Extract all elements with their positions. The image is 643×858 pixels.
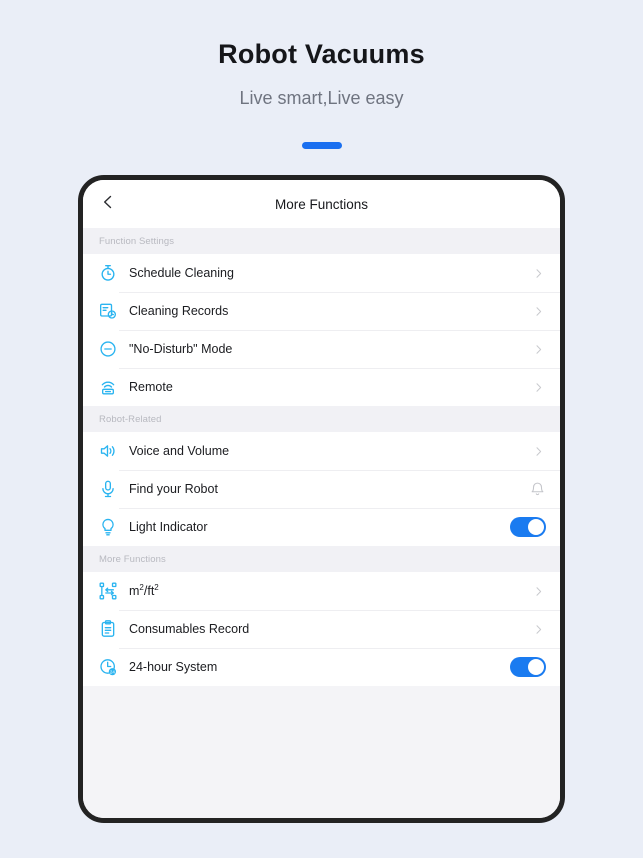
list-item-label: Remote: [129, 380, 173, 394]
section-rows: m2/ft2 Consumables Record 24 24-hour System: [83, 572, 560, 686]
section-header: Function Settings: [83, 228, 560, 254]
remote-control-icon: [97, 376, 119, 398]
microphone-icon: [97, 478, 119, 500]
list-item[interactable]: Voice and Volume: [83, 432, 560, 470]
chevron-right-icon: [532, 343, 544, 355]
bell-icon[interactable]: [528, 480, 546, 498]
area-units-icon: [97, 580, 119, 602]
document-clock-icon: [97, 300, 119, 322]
list-item-label: "No-Disturb" Mode: [129, 342, 233, 356]
svg-text:24: 24: [110, 669, 116, 674]
chevron-right-icon: [532, 267, 544, 279]
section-header: Robot-Related: [83, 406, 560, 432]
empty-space: [83, 686, 560, 818]
app-nav-bar: More Functions: [83, 180, 560, 228]
list-item[interactable]: Remote: [83, 368, 560, 406]
page-title: Robot Vacuums: [218, 39, 425, 69]
do-not-disturb-icon: [97, 338, 119, 360]
list-item[interactable]: Find your Robot: [83, 470, 560, 508]
section-rows: Schedule Cleaning Cleaning Records "No-Dis…: [83, 254, 560, 406]
list-item[interactable]: Light Indicator: [83, 508, 560, 546]
list-item-label: Light Indicator: [129, 520, 208, 534]
list-item[interactable]: Cleaning Records: [83, 292, 560, 330]
page-subtitle: Live smart,Live easy: [239, 88, 404, 108]
settings-list: Function Settings Schedule Cleaning Cleani…: [83, 228, 560, 686]
list-item-label: Consumables Record: [129, 622, 250, 636]
page-header: Robot Vacuums Live smart,Live easy: [0, 0, 643, 149]
toggle-knob: [528, 519, 544, 535]
clock-24-icon: 24: [97, 656, 119, 678]
chevron-right-icon: [532, 381, 544, 393]
chevron-right-icon: [532, 585, 544, 597]
speaker-volume-icon: [97, 440, 119, 462]
list-item[interactable]: 24 24-hour System: [83, 648, 560, 686]
chevron-left-icon: [100, 194, 116, 215]
toggle-knob: [528, 659, 544, 675]
section-header: More Functions: [83, 546, 560, 572]
list-item-label: 24-hour System: [129, 660, 218, 674]
toggle-switch[interactable]: [510, 517, 546, 537]
toggle-switch[interactable]: [510, 657, 546, 677]
list-item[interactable]: m2/ft2: [83, 572, 560, 610]
lightbulb-icon: [97, 516, 119, 538]
list-item-label: Find your Robot: [129, 482, 218, 496]
list-item-label: Schedule Cleaning: [129, 266, 234, 280]
list-item[interactable]: Schedule Cleaning: [83, 254, 560, 292]
list-item-label: m2/ft2: [129, 582, 159, 598]
clipboard-icon: [97, 618, 119, 640]
device-frame: More Functions Function Settings Schedule…: [78, 175, 565, 823]
chevron-right-icon: [532, 305, 544, 317]
chevron-right-icon: [532, 445, 544, 457]
chevron-right-icon: [532, 623, 544, 635]
stopwatch-icon: [97, 262, 119, 284]
back-button[interactable]: [96, 192, 120, 216]
list-item[interactable]: Consumables Record: [83, 610, 560, 648]
section-rows: Voice and Volume Find your Robot Light Ind…: [83, 432, 560, 546]
app-title: More Functions: [274, 196, 369, 212]
list-item-label: Cleaning Records: [129, 304, 229, 318]
list-item[interactable]: "No-Disturb" Mode: [83, 330, 560, 368]
device-screen: More Functions Function Settings Schedule…: [83, 180, 560, 818]
accent-pill-divider: [301, 142, 342, 149]
list-item-label: Voice and Volume: [129, 444, 230, 458]
